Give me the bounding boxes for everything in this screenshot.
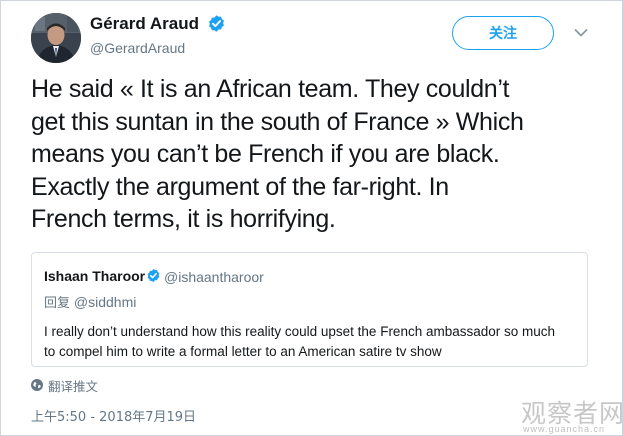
verified-badge-icon: [209, 15, 224, 32]
quoted-tweet[interactable]: Ishaan Tharoor @ishaantharoor 回复 @siddhm…: [31, 252, 588, 367]
reply-to-handle[interactable]: @siddhmi: [74, 294, 136, 310]
author-handle[interactable]: @GerardAraud: [90, 40, 185, 56]
tweet-text: He said « It is an African team. They co…: [31, 75, 524, 233]
quote-text: I really don’t understand how this reali…: [44, 324, 556, 359]
globe-icon: [31, 379, 43, 391]
watermark-url: www.guancha.cn: [523, 424, 606, 434]
translate-link[interactable]: 翻译推文: [48, 376, 98, 395]
site-watermark: 观察者网 www.guancha.cn: [521, 394, 623, 434]
tweet-timestamp[interactable]: 上午5:50 - 2018年7月19日: [31, 406, 196, 425]
avatar-image: [31, 13, 81, 63]
reply-prefix: 回复: [44, 296, 71, 311]
chevron-down-icon[interactable]: [574, 28, 588, 38]
follow-button[interactable]: 关注: [452, 16, 554, 50]
translate-tweet[interactable]: 翻译推文: [31, 376, 98, 394]
quote-author-name: Ishaan Tharoor: [44, 268, 146, 284]
tweet-card: Gérard Araud @GerardAraud 关注 He said « I…: [0, 0, 623, 436]
author-name[interactable]: Gérard Araud: [90, 14, 199, 34]
quote-reply-context: 回复 @siddhmi: [44, 292, 136, 311]
avatar[interactable]: [31, 13, 81, 63]
quote-verified-badge-icon: [147, 268, 160, 283]
quote-author-handle: @ishaantharoor: [164, 269, 264, 285]
